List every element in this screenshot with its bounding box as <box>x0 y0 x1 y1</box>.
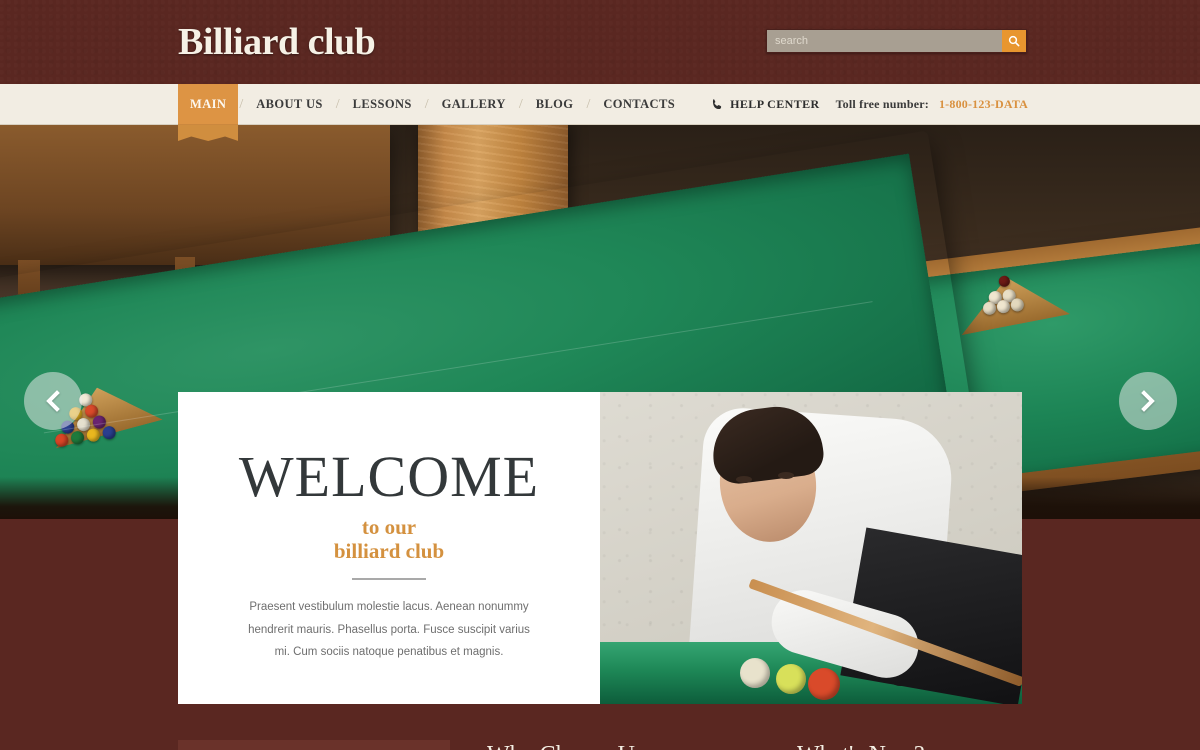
welcome-body-text: Praesent vestibulum molestie lacus. Aene… <box>248 601 530 659</box>
page-root: Billiard club MAIN / ABOUT US / <box>0 0 1200 750</box>
phone-icon <box>711 98 724 111</box>
welcome-divider <box>352 578 426 581</box>
main-menu: MAIN / ABOUT US / LESSONS / GALLERY / BL… <box>178 84 687 141</box>
nav-link-main[interactable]: MAIN <box>178 84 239 125</box>
main-navbar: MAIN / ABOUT US / LESSONS / GALLERY / BL… <box>0 84 1200 141</box>
nav-link-lessons[interactable]: LESSONS <box>341 84 424 125</box>
slider-next-button[interactable] <box>1119 372 1177 430</box>
slider-prev-button[interactable] <box>24 372 82 430</box>
welcome-subtitle-line-1: to our <box>361 515 417 539</box>
nav-link-blog[interactable]: BLOG <box>524 84 586 125</box>
nav-link-about-us[interactable]: ABOUT US <box>244 84 335 125</box>
welcome-subtitle-line-2: billiard club <box>333 539 445 564</box>
search-icon <box>1008 35 1020 47</box>
why-choose-us-heading: Why Choose Us <box>487 740 644 750</box>
help-center-block: HELP CENTER Toll free number: 1-800-123-… <box>711 84 1028 125</box>
nav-item-about-us[interactable]: ABOUT US <box>244 84 335 125</box>
player-eye <box>778 472 794 479</box>
nav-item-gallery[interactable]: GALLERY <box>430 84 518 125</box>
sidebar-panel <box>178 740 450 750</box>
help-center-label[interactable]: HELP CENTER <box>730 97 819 112</box>
player-eye <box>736 476 752 483</box>
nav-item-blog[interactable]: BLOG <box>524 84 586 125</box>
search-button[interactable] <box>1002 29 1027 53</box>
nav-link-contacts[interactable]: CONTACTS <box>591 84 687 125</box>
cue-ball <box>740 658 770 688</box>
nav-item-main[interactable]: MAIN <box>178 84 239 141</box>
search-form <box>766 29 1027 53</box>
whats-new-heading: What's New? <box>797 740 925 750</box>
ball <box>776 664 806 694</box>
site-logo[interactable]: Billiard club <box>178 20 376 64</box>
search-input[interactable] <box>766 29 1002 53</box>
chevron-left-icon <box>45 390 61 412</box>
nav-item-contacts[interactable]: CONTACTS <box>591 84 687 125</box>
welcome-panel: WELCOME to our billiard club Praesent ve… <box>178 392 600 704</box>
toll-free-number[interactable]: 1-800-123-DATA <box>939 97 1028 112</box>
site-header: Billiard club <box>0 0 1200 84</box>
ball <box>808 668 840 700</box>
nav-item-lessons[interactable]: LESSONS <box>341 84 424 125</box>
welcome-title: WELCOME <box>238 444 540 509</box>
welcome-photo <box>600 392 1022 704</box>
chevron-right-icon <box>1140 390 1156 412</box>
nav-link-gallery[interactable]: GALLERY <box>430 84 518 125</box>
toll-free-label: Toll free number: <box>835 97 929 111</box>
